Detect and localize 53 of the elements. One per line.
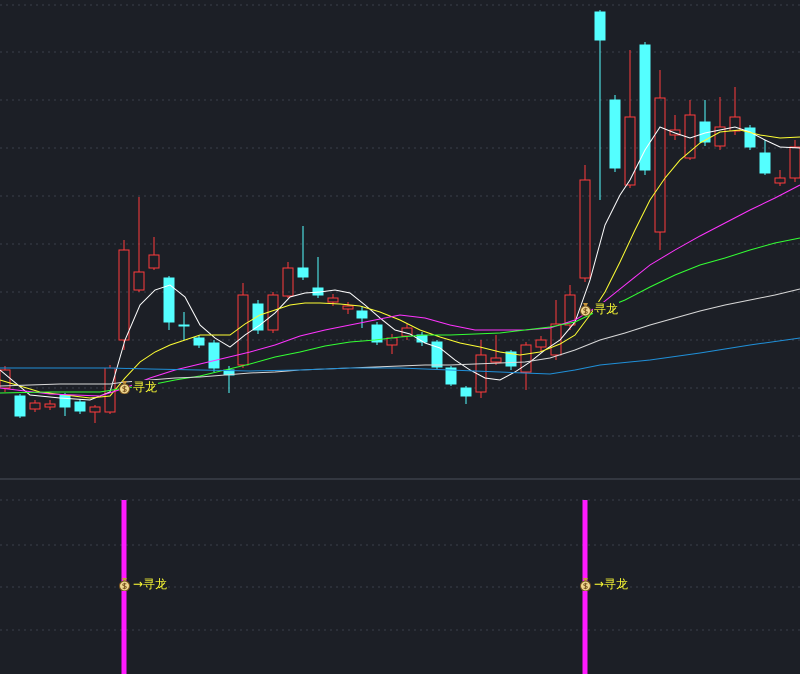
candle: [490, 334, 502, 366]
candle: [104, 364, 116, 414]
candle: [74, 398, 86, 414]
candle: [700, 100, 710, 146]
candle: [298, 226, 308, 280]
candle: [224, 366, 234, 394]
signal-label: 寻龙: [593, 302, 619, 316]
candle: [386, 334, 398, 354]
candle: [670, 114, 680, 140]
candle: [790, 140, 800, 182]
candle: [550, 300, 562, 360]
candle: [178, 312, 190, 340]
candle: [714, 96, 726, 150]
candle: [774, 170, 786, 186]
candle: [164, 276, 174, 330]
candle: [564, 284, 576, 330]
candle: [432, 340, 442, 370]
signal-label: →寻龙: [132, 577, 168, 591]
candle: [268, 292, 278, 334]
candle: [208, 340, 220, 372]
candle: [328, 294, 338, 306]
candle: [536, 336, 546, 352]
candle: [252, 300, 264, 334]
candle: [506, 350, 516, 370]
candle: [730, 86, 740, 136]
candle: [684, 100, 696, 160]
candle: [14, 394, 26, 418]
candle: [402, 324, 412, 340]
candle: [416, 332, 428, 346]
candle: [90, 404, 100, 424]
candle: [148, 236, 160, 270]
candle: [312, 256, 324, 298]
candle: [744, 124, 756, 150]
candle: [520, 342, 532, 390]
money-bag-icon: [118, 380, 131, 394]
money-bag-icon: [579, 302, 592, 316]
money-bag-icon: [118, 577, 131, 591]
candle: [760, 140, 770, 176]
candle: [60, 392, 70, 416]
candle: [356, 306, 368, 328]
money-bag-icon: [579, 577, 592, 591]
candle: [44, 400, 56, 410]
signal-label: →寻龙: [593, 577, 630, 591]
candle: [194, 334, 204, 348]
candle: [282, 262, 294, 298]
candle: [476, 340, 486, 398]
candle: [372, 322, 382, 346]
candle: [30, 400, 40, 412]
signal-label: 寻龙: [132, 380, 158, 394]
candle: [342, 302, 354, 314]
candle: [460, 386, 472, 404]
candle: [446, 366, 456, 386]
candle: [0, 366, 10, 392]
